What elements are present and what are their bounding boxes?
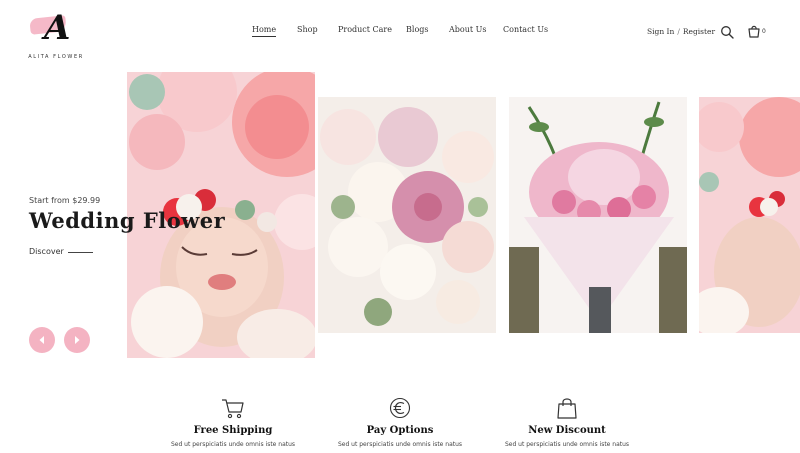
feature-desc: Sed ut perspiciatis unde omnis iste natu… [170,441,296,448]
cart-count: 0 [762,28,766,35]
nav-item-blogs[interactable]: Blogs [406,25,428,34]
feature-title: Pay Options [366,425,434,436]
slide-pastel-bouquet[interactable] [318,97,496,333]
hero-subtitle: Start from $29.99 [29,196,101,205]
feature-free-shipping: Free Shipping Sed ut perspiciatis unde o… [158,397,308,448]
slider-next-button[interactable] [64,327,90,353]
nav-item-shop[interactable]: Shop [297,25,318,34]
logo-text: ALITA FLOWER [28,54,84,60]
signin-link[interactable]: Sign In [647,27,674,36]
nav-item-contact-us[interactable]: Contact Us [503,25,548,34]
nav-item-product-care[interactable]: Product Care [338,25,392,34]
slider-prev-button[interactable] [29,327,55,353]
account-separator: / [677,27,680,36]
account-links: Sign In / Register [647,27,715,36]
feature-new-discount: New Discount Sed ut perspiciatis unde om… [492,397,642,448]
hero-title: Wedding Flower [29,208,226,233]
feature-desc: Sed ut perspiciatis unde omnis iste natu… [337,441,463,448]
feature-desc: Sed ut perspiciatis unde omnis iste natu… [504,441,630,448]
arrow-left-icon [39,336,44,344]
bag-icon [557,398,577,419]
feature-pay-options: Pay Options Sed ut perspiciatis unde omn… [325,397,475,448]
discover-underline [68,252,93,253]
search-icon[interactable] [720,24,734,39]
feature-title: New Discount [528,425,606,436]
feature-title: Free Shipping [193,425,273,436]
register-link[interactable]: Register [683,27,715,36]
nav-item-home[interactable]: Home [252,25,277,37]
hero-text: Start from $29.99 [29,196,100,205]
discover-link[interactable]: Discover [29,247,64,256]
nav-item-about-us[interactable]: About Us [449,25,486,34]
euro-icon [389,397,411,419]
slide-baby-flower-crown-repeat[interactable] [699,97,800,333]
cart-icon[interactable] [747,23,761,38]
cart-icon [222,399,244,419]
slide-pink-hydrangea-bouquet[interactable] [509,97,687,333]
arrow-right-icon [75,336,80,344]
